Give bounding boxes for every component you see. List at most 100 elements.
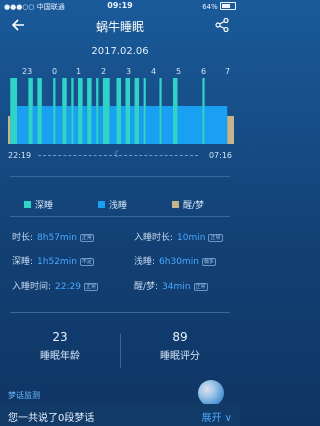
sleep-score-label: 睡眠评分 xyxy=(160,351,200,362)
dream-orb-icon xyxy=(198,380,224,406)
moon-icon: ☾ xyxy=(114,150,123,160)
sleep-segment-light xyxy=(32,106,38,144)
share-icon[interactable] xyxy=(214,17,230,33)
status-badge: 正常 xyxy=(79,234,94,242)
sleep-age-label: 睡眠年龄 xyxy=(40,351,80,362)
stat-value: 10min xyxy=(177,233,206,243)
sleep-segment-deep xyxy=(96,78,99,144)
hour-tick-label: 6 xyxy=(201,67,207,76)
sleep-segment-deep xyxy=(116,78,121,144)
sleep-score[interactable]: 89 睡眠评分 xyxy=(120,330,240,362)
dream-talk-summary: 您一共说了0段梦话 xyxy=(8,413,95,424)
stat-value: 34min xyxy=(162,282,191,292)
status-badge: 正常 xyxy=(193,283,208,291)
sleep-segment-light xyxy=(82,106,88,144)
sleep-segment-deep xyxy=(202,78,205,144)
divider xyxy=(10,312,230,313)
battery-indicator: 64% xyxy=(202,2,236,11)
sleep-segment-deep xyxy=(10,78,18,144)
stat-duration: 时长: 8h57min 正常 xyxy=(12,230,94,243)
status-badge: 正常 xyxy=(83,283,98,291)
legend-deep: 深睡 xyxy=(24,198,53,211)
sleep-segment-light xyxy=(41,106,54,144)
legend-label: 深睡 xyxy=(35,201,54,211)
stat-value: 6h30min xyxy=(159,257,199,267)
stat-value: 22:29 xyxy=(55,282,81,292)
stat-fall-asleep: 入睡时长: 10min 正常 xyxy=(134,230,223,243)
sleep-segment-awake xyxy=(227,116,234,144)
stat-bedtime: 入睡时间: 22:29 正常 xyxy=(12,279,98,292)
status-badge: 不足 xyxy=(79,258,94,266)
divider xyxy=(10,216,230,217)
sleep-segment-deep xyxy=(62,78,67,144)
legend-swatch-light xyxy=(98,201,105,208)
stat-label: 时长: xyxy=(12,233,34,243)
sleep-segment-deep xyxy=(37,78,42,144)
dream-talk-section-label[interactable]: 梦话监测 xyxy=(8,390,40,401)
sleep-segment-light xyxy=(130,106,135,144)
stat-label: 入睡时长: xyxy=(134,233,174,243)
sleep-age-value: 23 xyxy=(52,330,68,344)
legend-awake: 醒/梦 xyxy=(172,198,204,211)
sleep-segment-deep xyxy=(159,78,162,144)
hour-tick-label: 23 xyxy=(22,67,33,76)
sleep-date: 2017.02.06 xyxy=(91,46,149,57)
legend-light: 浅睡 xyxy=(98,198,127,211)
sleep-segment-deep xyxy=(134,78,140,144)
sleep-segment-deep xyxy=(71,78,74,144)
sleep-segment-light xyxy=(121,106,126,144)
sleep-segment-light xyxy=(17,106,29,144)
sleep-segment-deep xyxy=(53,78,56,144)
sleep-segment-light xyxy=(139,106,144,144)
hour-tick-label: 7 xyxy=(225,67,231,76)
battery-percent: 64% xyxy=(202,3,218,11)
sleep-segment-light xyxy=(55,106,63,144)
stat-label: 入睡时间: xyxy=(12,282,52,292)
sleep-segment-light xyxy=(91,106,97,144)
stat-label: 醒/梦: xyxy=(134,282,159,292)
sleep-segment-deep xyxy=(87,78,92,144)
sleep-segment-deep xyxy=(125,78,131,144)
stat-awake: 醒/梦: 34min 正常 xyxy=(134,279,208,292)
sleep-end-time: 07:16 xyxy=(208,151,232,160)
hour-tick-label: 3 xyxy=(126,67,132,76)
stat-deep: 深睡: 1h52min 不足 xyxy=(12,254,94,267)
stat-label: 深睡: xyxy=(12,257,34,267)
sleep-segment-light xyxy=(204,106,228,144)
hour-tick-label: 5 xyxy=(176,67,182,76)
legend-label: 浅睡 xyxy=(109,201,128,211)
page-title: 蜗牛睡眠 xyxy=(95,20,144,34)
status-badge: 偏多 xyxy=(201,258,216,266)
sleep-score-value: 89 xyxy=(172,330,188,344)
stat-value: 1h52min xyxy=(37,257,77,267)
divider xyxy=(10,176,230,177)
sleep-segment-light xyxy=(109,106,117,144)
sleep-segment-deep xyxy=(102,78,110,144)
status-bar: ●●●○○ 中国联通 09:19 64% xyxy=(0,0,240,12)
navbar: 蜗牛睡眠 xyxy=(0,12,240,38)
sleep-segment-deep xyxy=(172,78,178,144)
hour-tick-label: 0 xyxy=(52,67,58,76)
expand-button[interactable]: 展开 ∨ xyxy=(202,409,233,424)
sleep-age[interactable]: 23 睡眠年龄 xyxy=(0,330,120,362)
chart-legend: 深睡 浅睡 醒/梦 xyxy=(0,198,240,212)
hour-tick-label: 2 xyxy=(101,67,107,76)
battery-icon xyxy=(220,2,236,10)
sleep-segment-light xyxy=(161,106,173,144)
stat-value: 8h57min xyxy=(37,233,77,243)
sleep-segment-light xyxy=(145,106,160,144)
sleep-stage-chart xyxy=(8,78,234,144)
sleep-start-time: 22:19 xyxy=(8,151,32,160)
legend-swatch-awake xyxy=(172,201,179,208)
sleep-segment-deep xyxy=(143,78,146,144)
sleep-segment-light xyxy=(66,106,72,144)
sleep-segment-awake xyxy=(8,116,11,144)
dream-talk-bar: 您一共说了0段梦话 展开 ∨ xyxy=(0,404,240,426)
hour-axis: 23 0 1 2 3 4 5 6 7 xyxy=(10,67,230,77)
sleep-segment-deep xyxy=(78,78,83,144)
status-badge: 正常 xyxy=(208,234,223,242)
legend-swatch-deep xyxy=(24,201,31,208)
stat-light: 浅睡: 6h30min 偏多 xyxy=(134,254,216,267)
legend-label: 醒/梦 xyxy=(183,201,205,211)
hour-tick-label: 4 xyxy=(151,67,157,76)
